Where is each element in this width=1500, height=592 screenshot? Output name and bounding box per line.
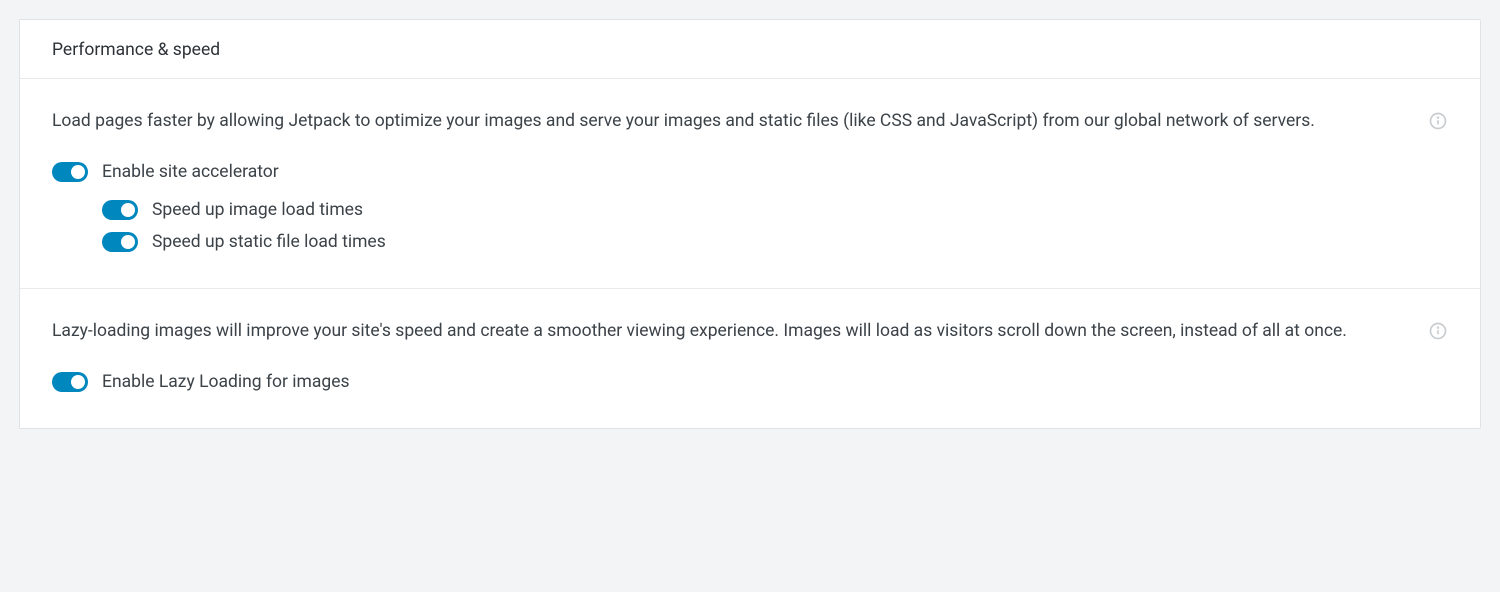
speed-up-static-files-label: Speed up static file load times	[152, 232, 386, 252]
enable-lazy-loading-row: Enable Lazy Loading for images	[52, 372, 1448, 392]
card-title: Performance & speed	[52, 40, 1448, 60]
lazy-loading-section: Lazy-loading images will improve your si…	[20, 288, 1480, 428]
enable-site-accelerator-toggle[interactable]	[52, 162, 88, 182]
site-accelerator-section: Load pages faster by allowing Jetpack to…	[20, 79, 1480, 288]
info-icon[interactable]	[1428, 321, 1448, 341]
performance-settings-card: Performance & speed Load pages faster by…	[19, 19, 1481, 429]
enable-site-accelerator-row: Enable site accelerator	[52, 162, 1448, 182]
lazy-loading-description: Lazy-loading images will improve your si…	[52, 317, 1414, 346]
speed-up-images-row: Speed up image load times	[102, 200, 1448, 220]
card-header: Performance & speed	[20, 20, 1480, 79]
enable-lazy-loading-label: Enable Lazy Loading for images	[102, 372, 350, 392]
info-icon[interactable]	[1428, 111, 1448, 131]
site-accelerator-sub-options: Speed up image load times Speed up stati…	[102, 200, 1448, 252]
speed-up-static-files-toggle[interactable]	[102, 232, 138, 252]
site-accelerator-description: Load pages faster by allowing Jetpack to…	[52, 107, 1414, 136]
speed-up-static-files-row: Speed up static file load times	[102, 232, 1448, 252]
speed-up-images-toggle[interactable]	[102, 200, 138, 220]
speed-up-images-label: Speed up image load times	[152, 200, 363, 220]
enable-site-accelerator-label: Enable site accelerator	[102, 162, 279, 182]
enable-lazy-loading-toggle[interactable]	[52, 372, 88, 392]
